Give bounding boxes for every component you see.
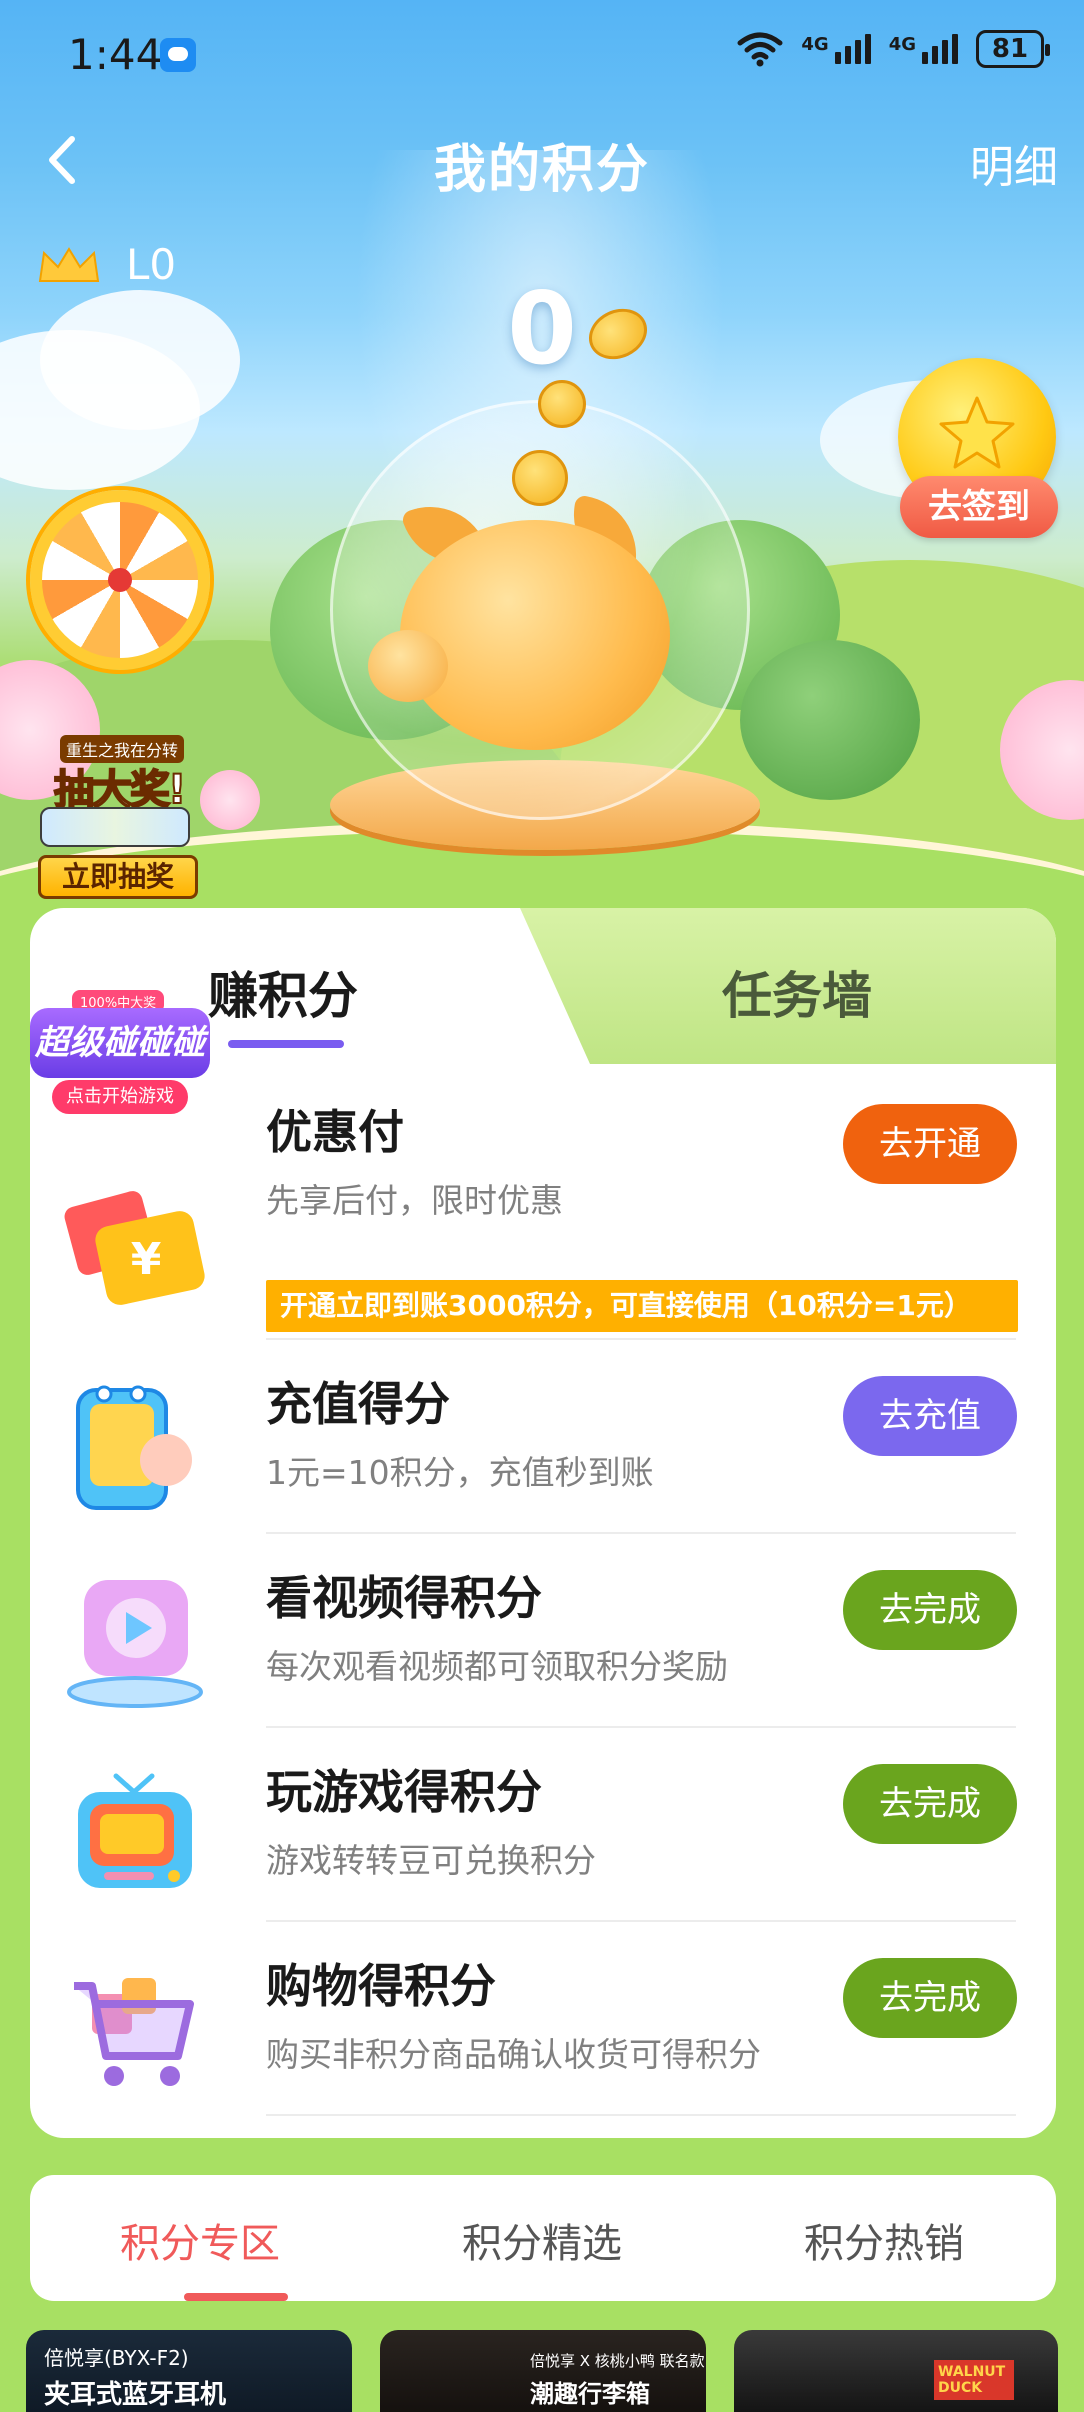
lottery-banner[interactable]: 重生之我在分转 抽大奖! 立即抽奖 [30,735,205,899]
page-title: 我的积分 [433,140,650,200]
tab-earn-points[interactable]: 赚积分 [208,956,358,1028]
phone-recharge-icon [76,1385,192,1510]
game-badge-title: 超级碰碰碰 [30,1008,210,1078]
task-title: 优惠付 [266,1105,404,1159]
pig-snout [368,630,448,702]
wifi-icon [737,32,783,67]
complete-button[interactable]: 去完成 [843,1764,1017,1844]
prize-cars-image [40,807,190,847]
product-brand: WALNUT DUCK [934,2360,1014,2400]
task-title: 玩游戏得积分 [266,1765,542,1819]
product-card[interactable]: 倍悦享(BYX-F2) 夹耳式蓝牙耳机 [26,2330,352,2412]
tab-points-selection[interactable]: 积分精选 [462,2211,622,2269]
task-row-video: 看视频得积分 每次观看视频都可领取积分奖励 去完成 [30,1534,1056,1728]
piggy-bank-illustration [330,299,760,860]
status-bar: 1:44 4G 4G 81 [0,0,1084,110]
coin-icon [512,450,568,506]
battery-level: 81 [991,34,1029,64]
task-description: 每次观看视频都可领取积分奖励 [266,1647,728,1686]
recharge-button[interactable]: 去充值 [843,1376,1017,1456]
tab-task-wall[interactable]: 任务墙 [722,956,872,1028]
shopping-cart-icon [74,1978,194,2086]
product-brand: 倍悦享(BYX-F2) [44,2346,189,2370]
points-balance: 0 [507,270,577,387]
start-game-button[interactable]: 点击开始游戏 [52,1080,188,1114]
complete-button[interactable]: 去完成 [843,1570,1017,1650]
video-play-icon [67,1580,203,1708]
hero-banner: 1:44 4G 4G 81 我的积分 明细 L0 0 重生之我在分转 抽大奖! … [0,0,1084,900]
mall-tabs: 积分专区 积分精选 积分热销 [30,2175,1056,2301]
product-card[interactable]: 倍悦享 X 核桃小鸭 联名款 潮趣行李箱 [380,2330,706,2412]
active-tab-indicator [228,1040,344,1048]
promo-tag: 开通立即到账3000积分，可直接使用（10积分=1元） [266,1280,1018,1332]
task-description: 先享后付，限时优惠 [266,1181,563,1220]
star-icon [939,396,1015,469]
bush [740,640,920,800]
task-description: 1元=10积分，充值秒到账 [266,1453,654,1492]
task-title: 充值得分 [266,1377,450,1431]
coin-icon [538,380,586,428]
lucky-wheel-icon[interactable] [30,490,210,670]
tab-points-hot[interactable]: 积分热销 [804,2211,964,2269]
lottery-button[interactable]: 立即抽奖 [38,855,198,899]
message-notification-icon [160,38,196,72]
task-title: 看视频得积分 [266,1571,542,1625]
task-row-game: 玩游戏得积分 游戏转转豆可兑换积分 去完成 [30,1728,1056,1922]
status-time: 1:44 [68,30,163,79]
network-type-label: 4G [888,34,916,55]
task-description: 游戏转转豆可兑换积分 [266,1841,596,1880]
product-card[interactable]: WALNUT DUCK [734,2330,1058,2412]
task-description: 购买非积分商品确认收货可得积分 [266,2035,761,2074]
task-row-shopping: 购物得积分 购买非积分商品确认收货可得积分 去完成 [30,1922,1056,2116]
divider [266,2114,1016,2116]
complete-button[interactable]: 去完成 [843,1958,1017,2038]
tv-game-icon [78,1773,192,1888]
product-brand: 倍悦享 X 核桃小鸭 联名款 [530,2352,705,2370]
battery-icon: 81 [976,30,1050,68]
task-row-recharge: 充值得分 1元=10积分，充值秒到账 去充值 [30,1340,1056,1534]
product-name: 夹耳式蓝牙耳机 [44,2380,227,2410]
svg-text:¥: ¥ [131,1234,162,1285]
flower [200,770,260,830]
nav-bar: 我的积分 明细 [0,115,1084,205]
product-name: 潮趣行李箱 [530,2380,650,2408]
super-bump-game-badge[interactable]: 100%中大奖 超级碰碰碰 点击开始游戏 [30,990,210,1125]
task-title: 购物得积分 [266,1959,496,2013]
cell-signal-icon: 4G [889,34,958,64]
status-indicators: 4G 4G 81 [737,30,1050,68]
network-type-label: 4G [801,34,829,55]
activate-button[interactable]: 去开通 [843,1104,1017,1184]
tab-points-zone[interactable]: 积分专区 [120,2211,280,2269]
active-tab-indicator [184,2293,288,2301]
sign-in-button[interactable]: 去签到 [900,476,1058,538]
cell-signal-icon: 4G [801,34,871,64]
coupon-icon: ¥ [64,1191,205,1305]
details-link[interactable]: 明细 [970,131,1058,195]
pig-body [400,520,670,750]
